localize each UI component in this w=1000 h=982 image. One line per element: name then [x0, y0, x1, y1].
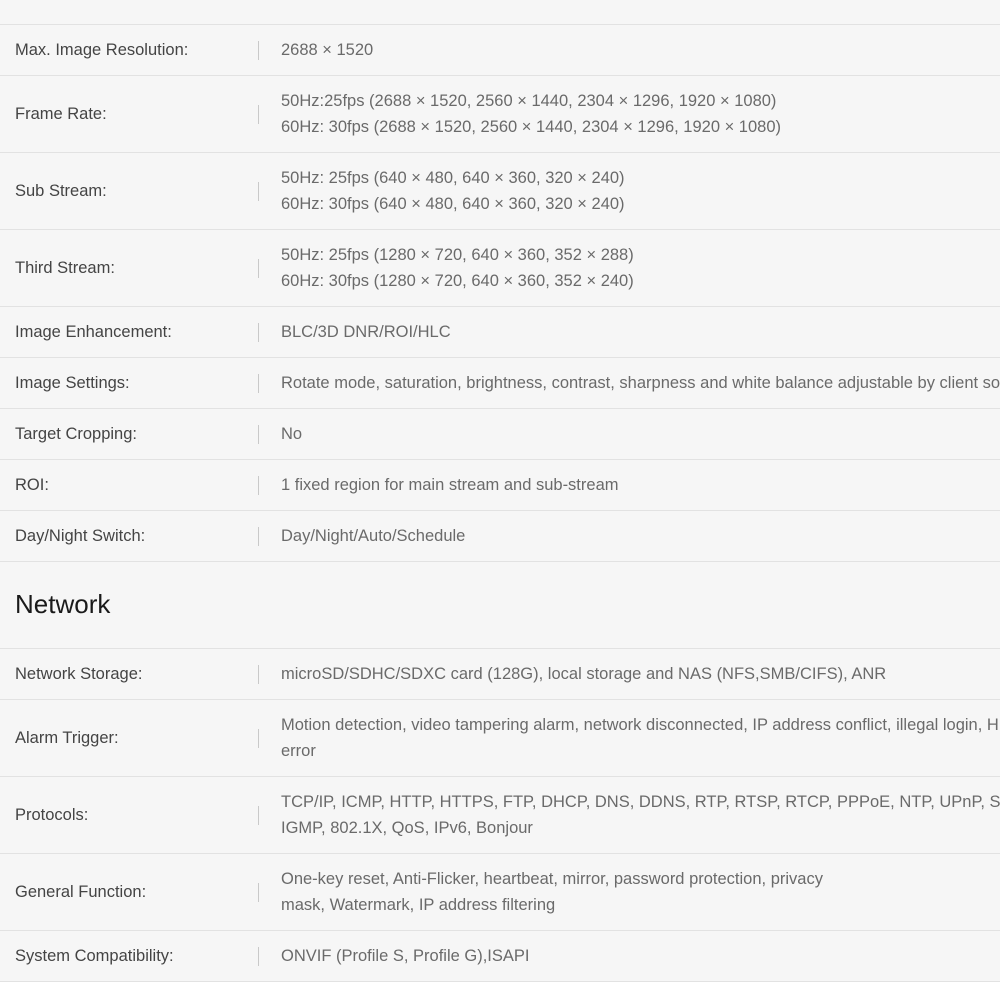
spec-row: General Function: One-key reset, Anti-Fl…: [0, 853, 1000, 931]
spec-row: Protocols: TCP/IP, ICMP, HTTP, HTTPS, FT…: [0, 776, 1000, 854]
spec-label: Max. Image Resolution:: [15, 41, 189, 59]
spec-separator: [248, 511, 268, 562]
spec-separator: [248, 854, 268, 931]
spec-value: One-key reset, Anti-Flicker, heartbeat, …: [281, 870, 823, 914]
spec-separator: [248, 76, 268, 153]
vertical-divider-icon: [257, 946, 259, 966]
spec-separator: [248, 409, 268, 460]
spec-row: Max. Image Resolution: 2688 × 1520: [0, 24, 1000, 76]
spec-row: Image Enhancement: BLC/3D DNR/ROI/HLC: [0, 306, 1000, 358]
spec-value: 1 fixed region for main stream and sub-s…: [281, 476, 619, 494]
spec-separator: [248, 931, 268, 982]
vertical-divider-icon: [257, 373, 259, 393]
spec-value: 50Hz:25fps (2688 × 1520, 2560 × 1440, 23…: [281, 92, 781, 136]
spec-label: ROI:: [15, 476, 49, 494]
spec-row: Day/Night Switch: Day/Night/Auto/Schedul…: [0, 510, 1000, 562]
spec-row: Target Cropping: No: [0, 408, 1000, 460]
vertical-divider-icon: [257, 728, 259, 748]
vertical-divider-icon: [257, 526, 259, 546]
spec-table-image: Max. Image Resolution: 2688 × 1520 Frame…: [0, 24, 1000, 562]
spec-separator: [248, 153, 268, 230]
spec-value: TCP/IP, ICMP, HTTP, HTTPS, FTP, DHCP, DN…: [281, 793, 1000, 837]
spec-separator: [248, 649, 268, 700]
spec-label: Network Storage:: [15, 665, 143, 683]
spec-row: Frame Rate: 50Hz:25fps (2688 × 1520, 256…: [0, 75, 1000, 153]
spec-separator: [248, 230, 268, 307]
spec-value: ONVIF (Profile S, Profile G),ISAPI: [281, 947, 530, 965]
vertical-divider-icon: [257, 805, 259, 825]
spec-value: BLC/3D DNR/ROI/HLC: [281, 323, 451, 341]
spec-row: ROI: 1 fixed region for main stream and …: [0, 459, 1000, 511]
spec-label: Third Stream:: [15, 259, 115, 277]
spec-row: Network Storage: microSD/SDHC/SDXC card …: [0, 648, 1000, 700]
spec-table-network: Network Storage: microSD/SDHC/SDXC card …: [0, 648, 1000, 982]
vertical-divider-icon: [257, 104, 259, 124]
spec-value: microSD/SDHC/SDXC card (128G), local sto…: [281, 665, 887, 683]
spec-label: Image Enhancement:: [15, 323, 172, 341]
spec-separator: [248, 777, 268, 854]
spec-row: System Compatibility: ONVIF (Profile S, …: [0, 930, 1000, 982]
vertical-divider-icon: [257, 322, 259, 342]
vertical-divider-icon: [257, 181, 259, 201]
vertical-divider-icon: [257, 424, 259, 444]
spec-row: Alarm Trigger: Motion detection, video t…: [0, 699, 1000, 777]
vertical-divider-icon: [257, 475, 259, 495]
spec-row: Sub Stream: 50Hz: 25fps (640 × 480, 640 …: [0, 152, 1000, 230]
spec-row: Third Stream: 50Hz: 25fps (1280 × 720, 6…: [0, 229, 1000, 307]
spec-value: Day/Night/Auto/Schedule: [281, 527, 466, 545]
spec-separator: [248, 307, 268, 358]
spec-label: Image Settings:: [15, 374, 130, 392]
spec-separator: [248, 25, 268, 76]
spec-value: 2688 × 1520: [281, 41, 374, 59]
spec-value: Motion detection, video tampering alarm,…: [281, 716, 1000, 760]
vertical-divider-icon: [257, 258, 259, 278]
spec-value: 50Hz: 25fps (1280 × 720, 640 × 360, 352 …: [281, 246, 634, 290]
spec-row: Image Settings: Rotate mode, saturation,…: [0, 357, 1000, 409]
section-heading-network: Network: [15, 589, 111, 619]
spec-value: No: [281, 425, 303, 443]
spec-label: Day/Night Switch:: [15, 527, 146, 545]
spec-label: System Compatibility:: [15, 947, 174, 965]
spec-separator: [248, 460, 268, 511]
vertical-divider-icon: [257, 882, 259, 902]
spec-label: Sub Stream:: [15, 182, 107, 200]
vertical-divider-icon: [257, 664, 259, 684]
vertical-divider-icon: [257, 40, 259, 60]
spec-label: Protocols:: [15, 806, 89, 824]
spec-separator: [248, 358, 268, 409]
spec-separator: [248, 700, 268, 777]
specification-sheet: Max. Image Resolution: 2688 × 1520 Frame…: [0, 0, 1000, 982]
spec-label: General Function:: [15, 883, 147, 901]
spec-label: Alarm Trigger:: [15, 729, 119, 747]
spec-label: Target Cropping:: [15, 425, 137, 443]
spec-label: Frame Rate:: [15, 105, 107, 123]
spec-value: 50Hz: 25fps (640 × 480, 640 × 360, 320 ×…: [281, 169, 625, 213]
spec-value: Rotate mode, saturation, brightness, con…: [281, 374, 1000, 392]
